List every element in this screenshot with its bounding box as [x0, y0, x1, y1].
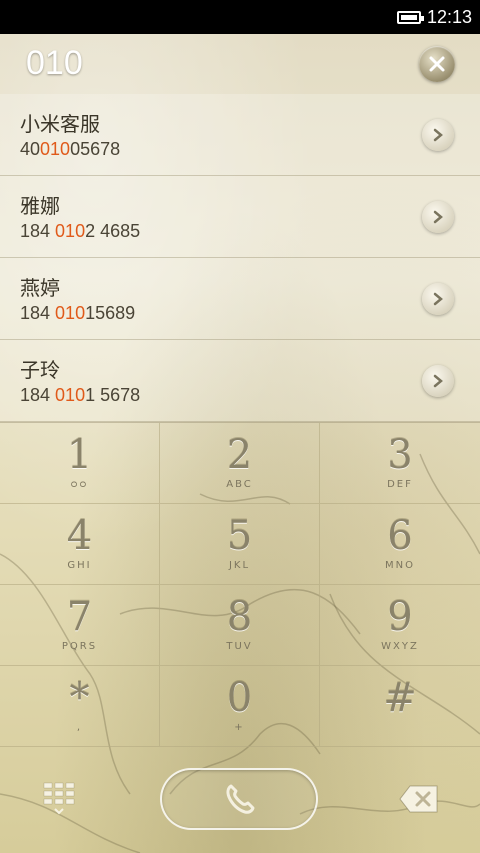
key-hash[interactable]: #: [320, 666, 480, 747]
key-2[interactable]: 2 ABC: [160, 423, 320, 504]
chevron-right-icon: [433, 374, 443, 388]
key-4[interactable]: 4 GHI: [0, 504, 160, 585]
battery-full-icon: [396, 10, 424, 24]
contact-name: 燕婷: [20, 276, 60, 300]
bottom-bar: [0, 745, 480, 853]
status-time: 12:13: [426, 6, 472, 27]
chevron-right-icon: [433, 292, 443, 306]
contact-row[interactable]: 子玲 184 0101 5678: [0, 340, 480, 422]
clear-button[interactable]: [419, 46, 455, 82]
contact-suggestions: 小米客服 4001005678 雅娜 184 0102 4685 燕婷 184 …: [0, 94, 480, 422]
contact-detail-button[interactable]: [422, 365, 454, 397]
backspace-icon: [399, 785, 438, 813]
dialer-header: 010: [0, 34, 480, 94]
key-7[interactable]: 7 PQRS: [0, 585, 160, 666]
dialpad-toggle-button[interactable]: [42, 781, 76, 817]
key-5[interactable]: 5 JKL: [160, 504, 320, 585]
contact-number: 184 0102 4685: [20, 221, 141, 241]
key-6[interactable]: 6 MNO: [320, 504, 480, 585]
contact-number: 4001005678: [20, 139, 121, 159]
voicemail-icon: ᴑᴑ: [70, 479, 89, 490]
dial-keypad: 1 ᴑᴑ 2 ABC 3 DEF 4 GHI 5 JKL 6 MNO 7 PQRS 8 TUV …: [0, 422, 480, 747]
close-icon: [429, 56, 445, 72]
phone-icon: [226, 784, 255, 814]
key-8[interactable]: 8 TUV: [160, 585, 320, 666]
chevron-right-icon: [433, 128, 443, 142]
key-9[interactable]: 9 WXYZ: [320, 585, 480, 666]
dialer-screen: 010 小米客服 4001005678 雅娜 184 0102 4685 燕婷 …: [0, 34, 480, 853]
contact-row[interactable]: 小米客服 4001005678: [0, 94, 480, 176]
contact-name: 小米客服: [20, 112, 100, 136]
dialpad-icon: [43, 782, 75, 815]
chevron-right-icon: [433, 210, 443, 224]
contact-name: 子玲: [20, 358, 60, 382]
key-1[interactable]: 1 ᴑᴑ: [0, 423, 160, 504]
contact-name: 雅娜: [20, 194, 60, 218]
dialed-number[interactable]: 010: [26, 44, 83, 83]
backspace-button[interactable]: [398, 783, 440, 815]
key-3[interactable]: 3 DEF: [320, 423, 480, 504]
contact-row[interactable]: 燕婷 184 01015689: [0, 258, 480, 340]
key-0[interactable]: 0 +: [160, 666, 320, 747]
key-star[interactable]: *,: [0, 666, 160, 747]
contact-number: 184 01015689: [20, 303, 136, 323]
contact-detail-button[interactable]: [422, 201, 454, 233]
contact-row[interactable]: 雅娜 184 0102 4685: [0, 176, 480, 258]
contact-detail-button[interactable]: [422, 283, 454, 315]
status-bar: 12:13: [0, 0, 480, 34]
contact-number: 184 0101 5678: [20, 385, 141, 405]
call-button[interactable]: [160, 768, 318, 830]
contact-detail-button[interactable]: [422, 119, 454, 151]
